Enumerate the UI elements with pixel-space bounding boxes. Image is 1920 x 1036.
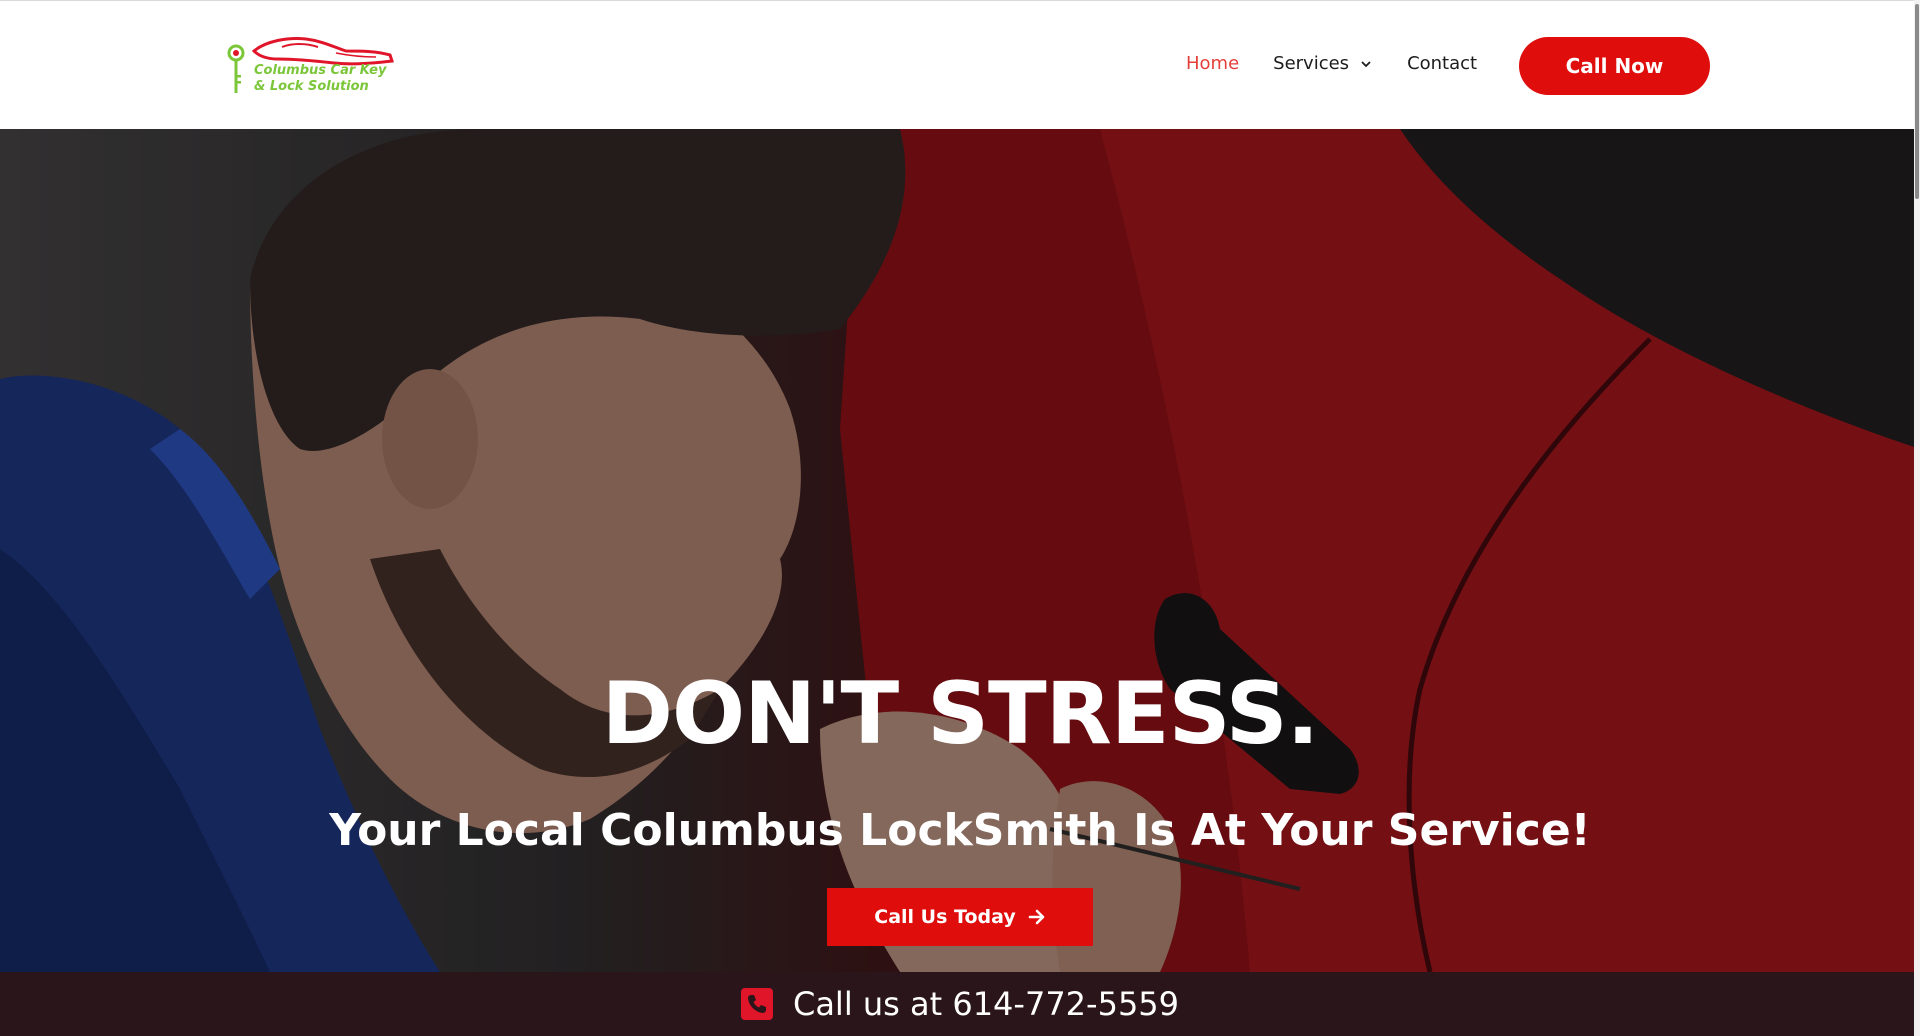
chevron-down-icon: [1361, 60, 1371, 67]
hero-section: DON'T STRESS. Your Local Columbus LockSm…: [0, 129, 1920, 972]
call-now-button[interactable]: Call Now: [1519, 37, 1710, 95]
logo-text-line2: & Lock Solution: [254, 79, 369, 94]
hero-heading: DON'T STRESS.: [601, 664, 1320, 764]
call-bar: Call us at 614-772-5559: [0, 972, 1920, 1036]
main-nav: Home Services Contact: [1186, 53, 1511, 74]
page: Columbus Car Key & Lock Solution Home Se…: [0, 0, 1920, 1036]
nav-services-label: Services: [1273, 53, 1350, 74]
nav-services[interactable]: Services: [1273, 53, 1373, 74]
phone-icon: [740, 988, 773, 1020]
site-logo[interactable]: Columbus Car Key & Lock Solution: [226, 33, 396, 101]
nav-home[interactable]: Home: [1186, 53, 1239, 74]
nav-contact[interactable]: Contact: [1407, 53, 1477, 74]
call-us-today-button[interactable]: Call Us Today: [827, 888, 1093, 946]
call-us-today-label: Call Us Today: [874, 906, 1016, 928]
hero-subheading: Your Local Columbus LockSmith Is At Your…: [329, 805, 1591, 856]
callbar-text[interactable]: Call us at 614-772-5559: [793, 985, 1179, 1023]
scrollbar-thumb[interactable]: [1915, 4, 1919, 199]
arrow-right-icon: [1028, 909, 1045, 925]
page-scrollbar[interactable]: [1914, 0, 1920, 1036]
site-header: Columbus Car Key & Lock Solution Home Se…: [0, 0, 1920, 129]
logo-text-line1: Columbus Car Key: [254, 63, 387, 78]
logo-text: Columbus Car Key & Lock Solution: [254, 63, 386, 95]
